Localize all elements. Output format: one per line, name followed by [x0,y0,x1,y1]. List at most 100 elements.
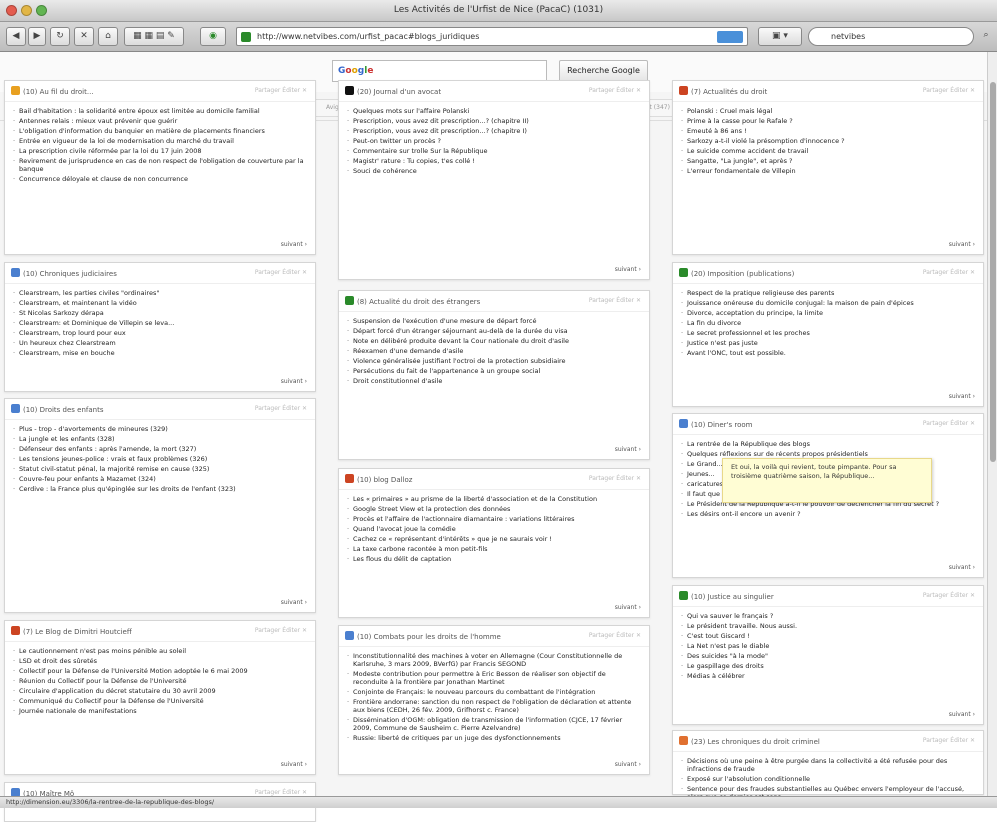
feed-item-link[interactable]: Clearstream, les parties civiles "ordina… [13,289,307,297]
feed-item-link[interactable]: La prescription civile réformée par la l… [13,147,307,155]
feed-item-link[interactable]: Note en délibéré produite devant la Cour… [347,337,641,345]
widget-controls[interactable]: Partager Éditer ✕ [255,269,307,276]
feed-item-link[interactable]: L'erreur fondamentale de Villepin [681,167,975,175]
feed-item-link[interactable]: Circulaire d'application du décret statu… [13,687,307,695]
next-button[interactable]: suivant › [615,266,641,273]
google-search-input[interactable]: Google [332,60,547,82]
next-button[interactable]: suivant › [281,761,307,768]
back-button[interactable]: ◀ [6,27,26,46]
feed-item-link[interactable]: Le président travaille. Nous aussi. [681,622,975,630]
feed-item-link[interactable]: Prime à la casse pour le Rafale ? [681,117,975,125]
feed-item-link[interactable]: Les flous du délit de captation [347,555,641,563]
feed-item-link[interactable]: Quelques réflexions sur de récents propo… [681,450,975,458]
widget-controls[interactable]: Partager Éditer ✕ [923,87,975,94]
feed-item-link[interactable]: Inconstitutionnalité des machines à vote… [347,652,641,668]
feed-item-link[interactable]: Un heureux chez Clearstream [13,339,307,347]
next-button[interactable]: suivant › [615,761,641,768]
feed-item-link[interactable]: Le suicide comme accident de travail [681,147,975,155]
feed-item-link[interactable]: La fin du divorce [681,319,975,327]
feed-item-link[interactable]: Concurrence déloyale et clause de non co… [13,175,307,183]
feed-item-link[interactable]: Emeuté à 86 ans ! [681,127,975,135]
feed-item-link[interactable]: Jouissance onéreuse du domicile conjugal… [681,299,975,307]
next-button[interactable]: suivant › [949,711,975,718]
widget-header[interactable]: (8) Actualité du droit des étrangers Part… [339,291,649,312]
feed-item-link[interactable]: Communiqué du Collectif pour la Défense … [13,697,307,705]
green-indicator-icon[interactable]: ◉ [200,27,226,46]
next-button[interactable]: suivant › [615,604,641,611]
widget-header[interactable]: (20) Imposition (publications) Partager É… [673,263,983,284]
feed-item-link[interactable]: Modeste contribution pour permettre à Er… [347,670,641,686]
widget-controls[interactable]: Partager Éditer ✕ [255,627,307,634]
widget-title[interactable]: (20) Imposition (publications) [691,270,794,278]
feed-item-link[interactable]: Frontière andorrane: sanction du non res… [347,698,641,714]
feed-item-link[interactable]: Sangatte, "La jungle", et après ? [681,157,975,165]
feed-item-link[interactable]: Les tensions jeunes-police : vrais et fa… [13,455,307,463]
feed-item-link[interactable]: Le gaspillage des droits [681,662,975,670]
feed-item-link[interactable]: C'est tout Giscard ! [681,632,975,640]
feed-item-link[interactable]: Dissémination d'OGM: obligation de trans… [347,716,641,732]
widget-title[interactable]: (10) Chroniques judiciaires [23,270,117,278]
widget-controls[interactable]: Partager Éditer ✕ [589,632,641,639]
widget-header[interactable]: (7) Actualités du droit Partager Éditer ✕ [673,81,983,102]
feed-item-link[interactable]: Prescription, vous avez dit prescription… [347,117,641,125]
widget-header[interactable]: (10) Droits des enfants Partager Éditer ✕ [5,399,315,420]
feed-item-link[interactable]: Bail d'habitation : la solidarité entre … [13,107,307,115]
next-button[interactable]: suivant › [281,599,307,606]
feed-item-link[interactable]: Souci de cohérence [347,167,641,175]
widget-title[interactable]: (20) Journal d'un avocat [357,88,441,96]
feed-item-link[interactable]: Les désirs ont-il encore un avenir ? [681,510,975,518]
next-button[interactable]: suivant › [949,393,975,400]
widget-header[interactable]: (10) Chroniques judiciaires Partager Édit… [5,263,315,284]
feed-item-link[interactable]: Cachez ce « représentant d'intérêts » qu… [347,535,641,543]
widget-title[interactable]: (10) Justice au singulier [691,593,774,601]
feed-item-link[interactable]: Journée nationale de manifestations [13,707,307,715]
search-icon[interactable]: ⌕ [978,27,994,46]
feed-item-link[interactable]: Couvre-feu pour enfants à Mazamet (324) [13,475,307,483]
next-button[interactable]: suivant › [949,564,975,571]
next-button[interactable]: suivant › [281,378,307,385]
feed-item-link[interactable]: Clearstream, et maintenant la vidéo [13,299,307,307]
feed-item-link[interactable]: Réexamen d'une demande d'asile [347,347,641,355]
feed-item-link[interactable]: Russie: liberté de critiques par un juge… [347,734,641,742]
feed-item-link[interactable]: Clearstream: et Dominique de Villepin se… [13,319,307,327]
next-button[interactable]: suivant › [949,241,975,248]
feed-item-link[interactable]: Départ forcé d'un étranger séjournant au… [347,327,641,335]
feed-item-link[interactable]: Google Street View et la protection des … [347,505,641,513]
widget-controls[interactable]: Partager Éditer ✕ [589,87,641,94]
feed-item-link[interactable]: Quelques mots sur l'affaire Polanski [347,107,641,115]
next-button[interactable]: suivant › [615,446,641,453]
feed-item-link[interactable]: Suspension de l'exécution d'une mesure d… [347,317,641,325]
feed-item-link[interactable]: La rentrée de la République des blogs [681,440,975,448]
feed-item-link[interactable]: La taxe carbone racontée à mon petit-fil… [347,545,641,553]
widget-controls[interactable]: Partager Éditer ✕ [923,420,975,427]
feed-item-link[interactable]: Justice n'est pas juste [681,339,975,347]
google-search-button[interactable]: Recherche Google [559,60,648,82]
feed-item-link[interactable]: Défenseur des enfants : après l'amende, … [13,445,307,453]
widget-controls[interactable]: Partager Éditer ✕ [589,475,641,482]
feed-item-link[interactable]: Commentaire sur trolle Sur la République [347,147,641,155]
widget-title[interactable]: (10) Combats pour les droits de l'homme [357,633,501,641]
widget-controls[interactable]: Partager Éditer ✕ [255,789,307,796]
reload-button[interactable]: ↻ [50,27,70,46]
widget-title[interactable]: (10) blog Dalloz [357,476,412,484]
next-button[interactable]: suivant › [281,241,307,248]
rss-icon[interactable] [717,31,743,43]
bookmarks-icon[interactable]: ▦ ▦ ▤ ✎ [124,27,184,46]
stop-button[interactable]: ✕ [74,27,94,46]
feed-item-link[interactable]: Persécutions du fait de l'appartenance à… [347,367,641,375]
widget-title[interactable]: (10) Diner's room [691,421,752,429]
widget-controls[interactable]: Partager Éditer ✕ [923,737,975,744]
widget-controls[interactable]: Partager Éditer ✕ [255,405,307,412]
feed-item-link[interactable]: Peut-on twitter un procès ? [347,137,641,145]
widget-header[interactable]: (23) Les chroniques du droit criminel Par… [673,731,983,752]
forward-button[interactable]: ▶ [28,27,46,46]
scrollbar-thumb[interactable] [990,82,996,462]
widget-title[interactable]: (23) Les chroniques du droit criminel [691,738,820,746]
feed-item-link[interactable]: Revirement de jurisprudence en cas de no… [13,157,307,173]
feed-item-link[interactable]: La jungle et les enfants (328) [13,435,307,443]
widget-header[interactable]: (10) Au fil du droit... Partager Éditer ✕ [5,81,315,102]
feed-item-link[interactable]: Exposé sur l'absolution conditionnelle [681,775,975,783]
vertical-scrollbar[interactable] [987,52,997,796]
widget-controls[interactable]: Partager Éditer ✕ [923,269,975,276]
feed-item-link[interactable]: L'obligation d'information du banquier e… [13,127,307,135]
